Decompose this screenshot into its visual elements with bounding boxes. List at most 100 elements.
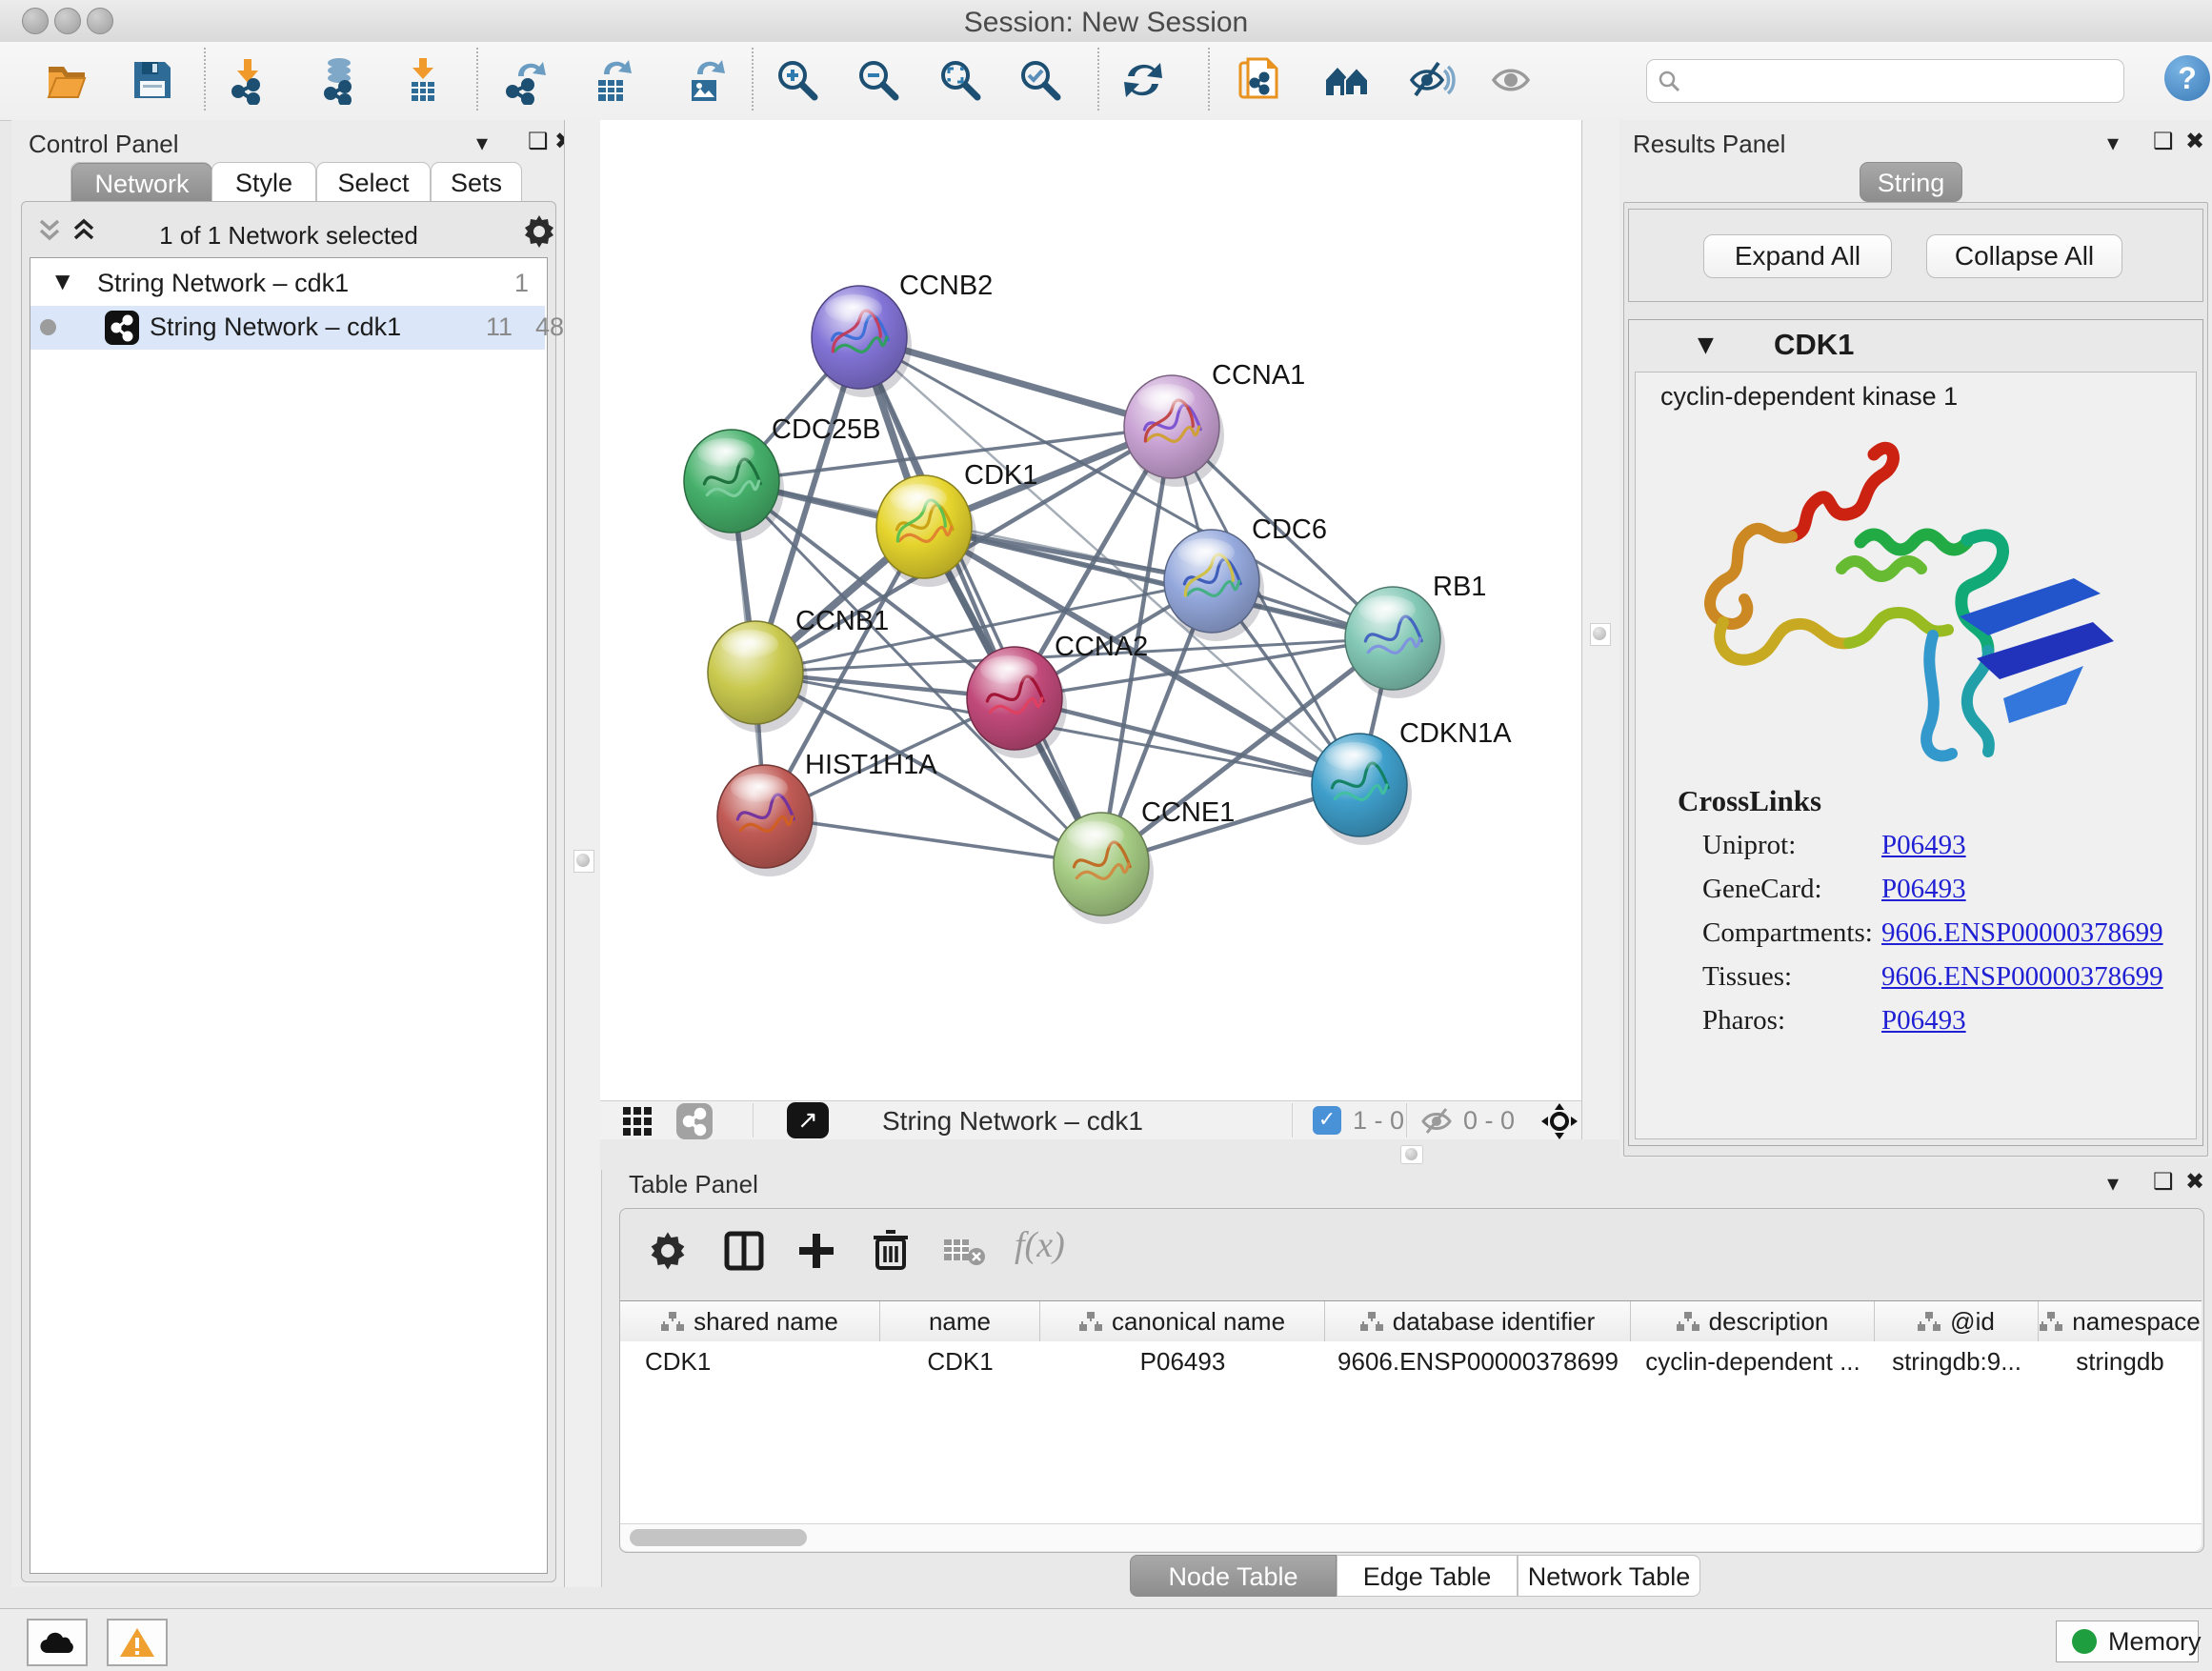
gear-icon[interactable] [647, 1230, 689, 1272]
title-bar: Session: New Session [0, 0, 2212, 43]
tab-sets[interactable]: Sets [431, 162, 522, 202]
network-overview-icon[interactable] [676, 1103, 713, 1139]
network-node-ccnb2[interactable]: CCNB2 [812, 271, 993, 397]
column-header-namespace[interactable]: namespace [2039, 1301, 2202, 1341]
network-node-ccnb1[interactable]: CCNB1 [708, 606, 889, 733]
selected-checkbox-icon[interactable]: ✓ [1313, 1106, 1341, 1135]
scrollbar-thumb[interactable] [630, 1529, 807, 1546]
undock-panel-icon[interactable]: ❑ [2153, 1168, 2174, 1195]
cell-id[interactable]: stringdb:9... [1875, 1341, 2039, 1381]
close-panel-icon[interactable]: ✖ [2185, 128, 2204, 154]
crosslink-value[interactable]: P06493 [1881, 830, 1966, 860]
close-panel-icon[interactable]: ✖ [2185, 1168, 2204, 1195]
tab-edge-table[interactable]: Edge Table [1337, 1555, 1518, 1597]
network-node-hist1h1a[interactable]: HIST1H1A [717, 750, 937, 876]
fit-crosshair-icon[interactable] [1541, 1103, 1578, 1139]
zoom-in-icon[interactable] [773, 55, 822, 105]
current-network-name: String Network – cdk1 [882, 1106, 1143, 1137]
crosslink-row: Compartments:9606.ENSP00000378699 [1702, 917, 2163, 961]
float-panel-icon[interactable]: ▾ [2107, 130, 2119, 156]
column-header-name[interactable]: name [880, 1301, 1040, 1341]
memory-button[interactable]: Memory [2056, 1621, 2199, 1662]
zoom-selected-icon[interactable] [1016, 55, 1065, 105]
crosslink-value[interactable]: P06493 [1881, 874, 1966, 904]
undock-panel-icon[interactable]: ❑ [528, 128, 549, 154]
tab-network-table[interactable]: Network Table [1518, 1555, 1700, 1597]
horizontal-scrollbar[interactable] [620, 1523, 2202, 1551]
export-image-icon[interactable] [680, 55, 730, 105]
cell-namespace[interactable]: stringdb [2039, 1341, 2202, 1381]
network-node-rb1[interactable]: RB1 [1345, 572, 1486, 698]
export-network-icon[interactable] [501, 55, 551, 105]
splitter-handle[interactable] [573, 850, 594, 873]
crosslink-value[interactable]: 9606.ENSP00000378699 [1881, 961, 2163, 992]
column-header-shared-name[interactable]: shared name [620, 1301, 880, 1341]
right-splitter[interactable] [1581, 120, 1622, 1139]
float-panel-icon[interactable]: ▾ [2107, 1170, 2119, 1197]
tab-string[interactable]: String [1860, 162, 1962, 202]
export-table-icon[interactable] [587, 55, 636, 105]
add-column-icon[interactable] [795, 1230, 837, 1272]
collapse-all-button[interactable]: Collapse All [1926, 234, 2122, 278]
section-expander-icon[interactable]: ▼ [1698, 333, 1714, 357]
crosslink-label: Compartments: [1702, 917, 1881, 949]
hide-eye-icon[interactable] [1406, 55, 1456, 105]
undock-panel-icon[interactable]: ❑ [2153, 128, 2174, 154]
selected-counts: 1 - 0 [1353, 1106, 1404, 1136]
crosslink-value[interactable]: P06493 [1881, 1005, 1966, 1036]
birds-eye-grid-icon[interactable] [621, 1105, 654, 1137]
expand-all-button[interactable]: Expand All [1703, 234, 1892, 278]
split-columns-icon[interactable] [723, 1230, 765, 1272]
cell-database-identifier[interactable]: 9606.ENSP00000378699 [1325, 1341, 1631, 1381]
tab-select[interactable]: Select [316, 162, 431, 202]
column-header-description[interactable]: description [1631, 1301, 1875, 1341]
cell-shared-name[interactable]: CDK1 [620, 1341, 880, 1381]
help-button[interactable]: ? [2164, 55, 2210, 101]
expander-icon[interactable]: ▼ [55, 270, 70, 292]
gear-icon[interactable] [521, 213, 557, 250]
zoom-fit-icon[interactable] [935, 55, 985, 105]
column-header-canonical-name[interactable]: canonical name [1040, 1301, 1325, 1341]
crosslink-value[interactable]: 9606.ENSP00000378699 [1881, 917, 2163, 948]
network-collection-row[interactable]: ▼ String Network – cdk1 1 [30, 262, 545, 306]
splitter-handle[interactable] [1400, 1145, 1423, 1164]
string-network-icon [105, 311, 139, 345]
tab-node-table[interactable]: Node Table [1130, 1555, 1337, 1597]
separator [1406, 1103, 1407, 1137]
zoom-out-icon[interactable] [854, 55, 903, 105]
warning-button[interactable] [107, 1619, 168, 1666]
network-node-cdc6[interactable]: CDC6 [1164, 514, 1327, 641]
network-node-cdk1[interactable]: CDK1 [876, 460, 1037, 587]
import-database-icon[interactable] [314, 55, 364, 105]
node-label-cdc6: CDC6 [1252, 514, 1327, 545]
refresh-view-icon[interactable] [1118, 55, 1168, 105]
save-session-icon[interactable] [128, 55, 177, 105]
node-label-ccnb1: CCNB1 [795, 606, 889, 636]
tab-network[interactable]: Network [70, 162, 211, 202]
left-splitter[interactable] [564, 120, 602, 1587]
open-in-window-icon[interactable]: ↗ [787, 1102, 829, 1138]
column-header-database-identifier[interactable]: database identifier [1325, 1301, 1631, 1341]
cell-name[interactable]: CDK1 [880, 1341, 1040, 1381]
import-network-icon[interactable] [223, 55, 272, 105]
splitter-handle[interactable] [1590, 623, 1611, 646]
float-panel-icon[interactable]: ▾ [476, 130, 488, 156]
share-document-icon[interactable] [1235, 55, 1284, 105]
show-eye-icon[interactable] [1486, 55, 1536, 105]
network-row-selected[interactable]: String Network – cdk1 11 48 [30, 306, 545, 350]
network-canvas[interactable]: CCNB2CCNA1CDC25BCDK1CDC6RB1CCNB1CCNA2CDK… [600, 120, 1581, 1100]
delete-column-icon[interactable] [870, 1228, 912, 1272]
delete-table-icon[interactable] [942, 1236, 986, 1268]
network-list: ▼ String Network – cdk1 1 String Network… [30, 257, 548, 1574]
cell-description[interactable]: cyclin-dependent ... [1631, 1341, 1875, 1381]
tab-style[interactable]: Style [211, 162, 316, 202]
node-label-hist1h1a: HIST1H1A [805, 750, 937, 780]
open-session-icon[interactable] [44, 55, 93, 105]
search-input[interactable] [1646, 59, 2124, 103]
column-header-id[interactable]: @id [1875, 1301, 2039, 1341]
cell-canonical-name[interactable]: P06493 [1040, 1341, 1325, 1381]
home-networks-icon[interactable] [1322, 55, 1372, 105]
network-node-cdkn1a[interactable]: CDKN1A [1312, 718, 1512, 845]
import-table-icon[interactable] [398, 55, 448, 105]
cloud-button[interactable] [27, 1619, 88, 1666]
